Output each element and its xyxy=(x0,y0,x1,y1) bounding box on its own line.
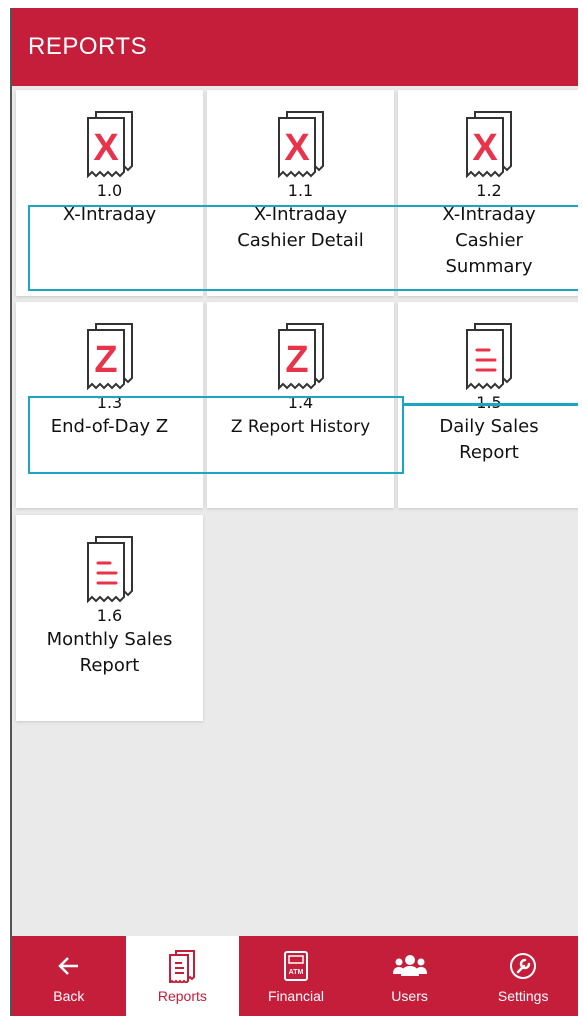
reports-icon xyxy=(169,950,196,983)
report-tile-monthly-sales[interactable]: 1.6 Monthly Sales Report xyxy=(16,515,203,721)
tile-label: Daily Sales Report xyxy=(439,416,539,463)
users-icon xyxy=(392,955,427,976)
page-title: REPORTS xyxy=(12,8,578,86)
report-tile-z-report-history[interactable]: Z 1.4 Z Report History xyxy=(207,302,394,508)
report-tile-x-intraday-cashier-summary[interactable]: X 1.2 X-Intraday Cashier Summary xyxy=(398,90,578,296)
tile-number: 1.0 xyxy=(96,181,123,200)
tile-number: 1.4 xyxy=(287,393,314,412)
tile-number: 1.6 xyxy=(96,606,123,625)
report-tile-end-of-day-z[interactable]: Z 1.3 End-of-Day Z xyxy=(16,302,203,508)
report-tile-x-intraday-cashier-detail[interactable]: X 1.1 X-Intraday Cashier Detail xyxy=(207,90,394,296)
report-tile-x-intraday[interactable]: X 1.0 X-Intraday xyxy=(16,90,203,296)
device-frame: REPORTS X 1.0 X-Intraday X 1.1 X-Intrada… xyxy=(0,0,583,1022)
app-screen: REPORTS X 1.0 X-Intraday X 1.1 X-Intrada… xyxy=(10,8,578,1016)
tile-label: X-Intraday Cashier Detail xyxy=(237,204,364,251)
svg-text:Z: Z xyxy=(94,339,117,381)
highlight-connector-line xyxy=(404,403,578,406)
nav-label: Reports xyxy=(157,988,207,1004)
z-receipt-icon: Z xyxy=(277,323,324,390)
nav-back[interactable]: Back xyxy=(12,936,126,1016)
tile-number: 1.2 xyxy=(476,181,502,200)
x-receipt-icon: X xyxy=(466,111,512,178)
x-receipt-icon: X xyxy=(277,111,324,178)
sales-receipt-icon xyxy=(86,536,133,603)
nav-users[interactable]: Users xyxy=(353,936,467,1016)
svg-text:X: X xyxy=(284,127,310,169)
tile-number: 1.3 xyxy=(96,393,123,412)
tile-label: X-Intraday xyxy=(62,204,157,225)
bottom-nav: Back Reports ATM Financial Users Setting… xyxy=(12,936,578,1016)
tile-label: End-of-Day Z xyxy=(50,416,169,437)
tile-label: Z Report History xyxy=(230,417,371,437)
tile-label: Monthly Sales Report xyxy=(46,629,173,676)
svg-text:X: X xyxy=(93,127,119,169)
tile-label: X-Intraday Cashier Summary xyxy=(442,204,536,277)
tile-number: 1.1 xyxy=(287,181,314,200)
nav-label: Back xyxy=(53,988,85,1004)
atm-icon: ATM xyxy=(283,951,308,981)
nav-label: Users xyxy=(391,988,428,1004)
svg-text:ATM: ATM xyxy=(289,969,304,976)
nav-reports[interactable]: Reports xyxy=(125,936,240,1016)
nav-financial[interactable]: ATM Financial xyxy=(239,936,353,1016)
x-receipt-icon: X xyxy=(86,111,133,178)
nav-label: Financial xyxy=(267,988,324,1004)
sales-receipt-icon xyxy=(466,323,512,390)
z-receipt-icon: Z xyxy=(86,323,133,390)
svg-text:X: X xyxy=(472,127,498,169)
nav-label: Settings xyxy=(497,988,549,1004)
nav-settings[interactable]: Settings xyxy=(466,936,578,1016)
wrench-icon xyxy=(510,953,537,979)
back-arrow-icon xyxy=(58,957,78,975)
svg-text:Z: Z xyxy=(285,339,308,381)
